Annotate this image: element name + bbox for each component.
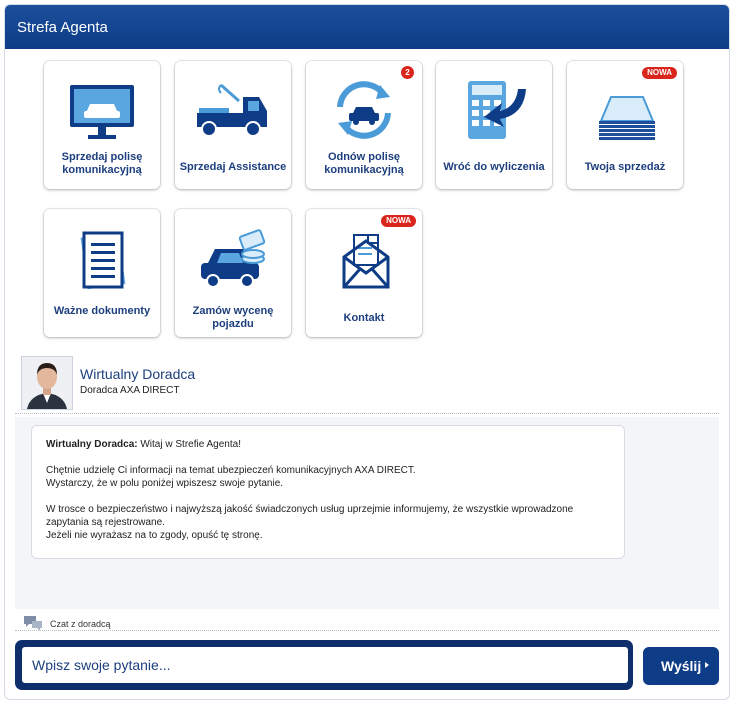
question-input[interactable]	[22, 647, 628, 683]
tile-label: Sprzedaj polisę komunikacyjną	[61, 151, 143, 176]
calculator-back-icon	[468, 81, 526, 139]
send-button[interactable]: Wyślij	[643, 647, 719, 685]
divider	[15, 630, 719, 631]
message-text: Chętnie udzielę Ci informacji na temat u…	[46, 465, 416, 476]
car-coins-icon	[201, 229, 266, 288]
advisor-avatar	[21, 356, 73, 410]
tile-label: Twoja sprzedaż	[584, 161, 666, 173]
header-bar: Strefa Agenta	[5, 5, 729, 49]
paper-stack-icon	[599, 96, 655, 140]
chat-with-advisor-label: Czat z doradcą	[50, 619, 111, 629]
renew-car-icon	[337, 81, 391, 139]
divider	[15, 413, 719, 414]
tile-important-documents[interactable]: Ważne dokumenty	[44, 209, 160, 337]
tile-label: Zamów wycenę pojazdu	[192, 305, 274, 330]
page-title: Strefa Agenta	[17, 19, 108, 36]
tile-sell-motor-policy[interactable]: Sprzedaj polisę komunikacyjną	[44, 61, 160, 189]
tile-contact[interactable]: NOWA Kontakt	[306, 209, 422, 337]
advisor-message: Wirtualny Doradca: Witaj w Strefie Agent…	[31, 425, 625, 559]
message-author: Wirtualny Doradca:	[46, 439, 138, 450]
tile-back-to-calculation[interactable]: Wróć do wyliczenia	[436, 61, 552, 189]
tile-your-sales[interactable]: NOWA Twoja sprzedaż	[567, 61, 683, 189]
envelope-icon	[342, 234, 390, 289]
arrow-right-icon	[705, 662, 709, 668]
tile-label: Odnów polisę komunikacyjną	[324, 151, 404, 176]
chat-history: Wirtualny Doradca: Witaj w Strefie Agent…	[15, 417, 719, 609]
tile-label: Kontakt	[343, 312, 385, 324]
document-icon	[80, 231, 126, 290]
message-text: Wystarczy, że w polu poniżej wpiszesz sw…	[46, 478, 284, 489]
tile-order-vehicle-valuation[interactable]: Zamów wycenę pojazdu	[175, 209, 291, 337]
message-text: W trosce o bezpieczeństwo i najwyższą ja…	[46, 504, 574, 528]
tile-label: Sprzedaj Assistance	[179, 161, 287, 173]
tile-label: Ważne dokumenty	[53, 305, 151, 317]
chat-bubbles-icon	[24, 616, 42, 631]
tile-sell-assistance[interactable]: Sprzedaj Assistance	[175, 61, 291, 189]
advisor-role: Doradca AXA DIRECT	[80, 385, 180, 396]
advisor-name: Wirtualny Doradca	[80, 366, 196, 382]
tile-label: Wróć do wyliczenia	[443, 161, 545, 173]
question-input-frame	[15, 640, 633, 690]
monitor-car-icon	[70, 85, 134, 139]
advisor-photo-icon	[22, 357, 72, 409]
message-text: Jeżeli nie wyrażasz na to zgody, opuść t…	[46, 530, 263, 541]
tow-truck-icon	[197, 83, 267, 137]
tile-renew-motor-policy[interactable]: 2 Odnów polisę komunikacyjną	[306, 61, 422, 189]
agent-zone-window: Strefa Agenta Sprzedaj polisę komunikacy…	[4, 4, 730, 700]
message-greeting: Witaj w Strefie Agenta!	[137, 439, 241, 450]
send-label: Wyślij	[661, 658, 702, 674]
